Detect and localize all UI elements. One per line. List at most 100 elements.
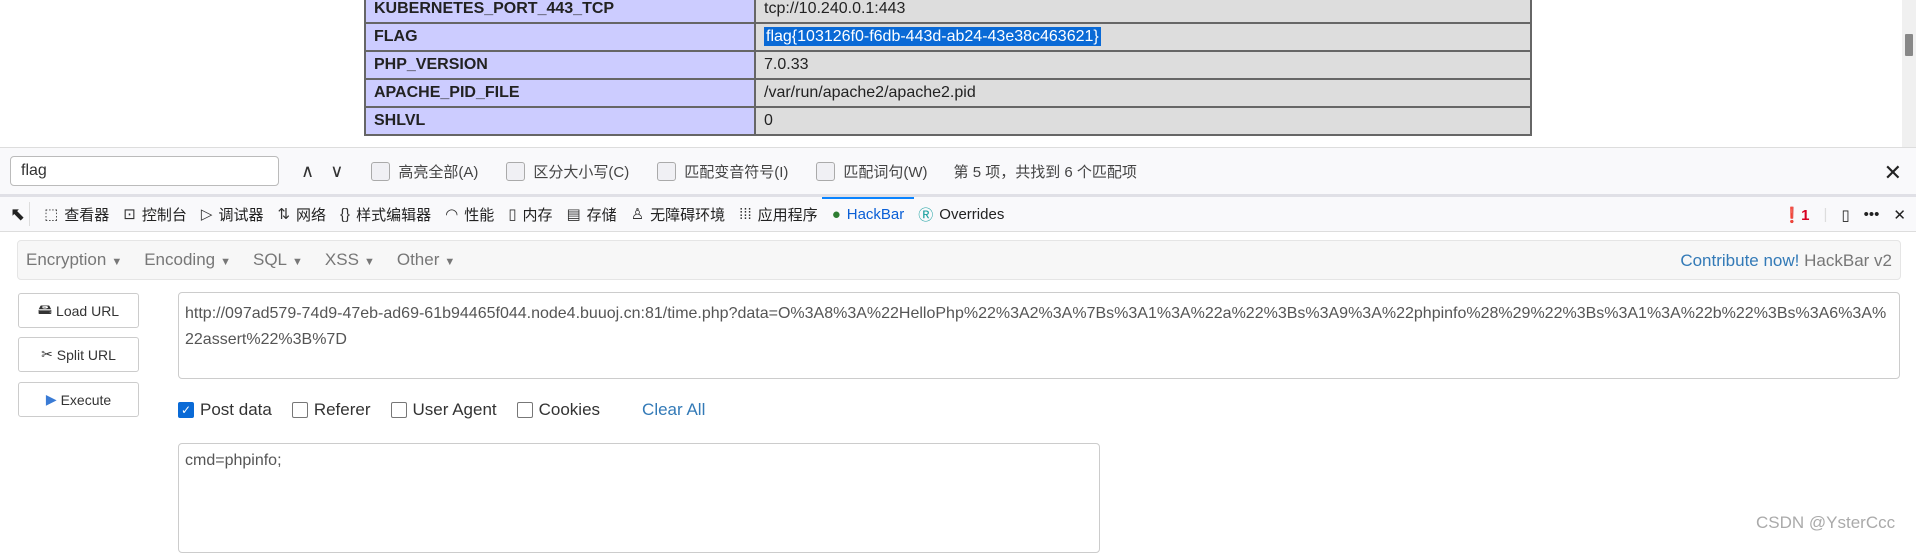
checkbox-label: Referer <box>313 400 371 419</box>
devtools-tab-查看器[interactable]: ⬚ 查看器 <box>44 197 109 232</box>
menu-label: Encryption <box>26 250 107 269</box>
match-case-checkbox[interactable]: 区分大小写(C) <box>506 161 629 182</box>
table-row: SHLVL 0 <box>364 106 1532 136</box>
devtools-tab-内存[interactable]: ▯ 内存 <box>508 197 552 232</box>
checkbox-label: 区分大小写(C) <box>533 163 630 181</box>
more-options-icon[interactable]: ••• <box>1864 206 1880 223</box>
close-devtools-icon[interactable]: ✕ <box>1893 206 1906 224</box>
env-key: FLAG <box>364 22 756 52</box>
clear-all-link[interactable]: Clear All <box>642 400 705 420</box>
menu-other[interactable]: Other ▼ <box>397 250 455 270</box>
memory-icon: ▯ <box>508 206 517 223</box>
menu-label: SQL <box>253 250 288 269</box>
menu-encoding[interactable]: Encoding ▼ <box>144 250 231 270</box>
table-row: KUBERNETES_PORT_443_TCP tcp://10.240.0.1:… <box>364 0 1532 24</box>
performance-icon: ◠ <box>445 206 459 223</box>
match-diacritics-checkbox[interactable]: 匹配变音符号(I) <box>657 161 788 182</box>
url-textarea[interactable]: http://097ad579-74d9-47eb-ad69-61b94465f… <box>178 292 1900 379</box>
table-row: APACHE_PID_FILE/var/run/apache2/apache2.… <box>364 78 1532 108</box>
close-find-bar-icon[interactable]: ✕ <box>1884 160 1902 186</box>
error-count: 1 <box>1801 206 1810 224</box>
env-value: tcp://10.240.0.1:443 <box>754 0 1532 24</box>
checkbox-label: Cookies <box>538 400 601 419</box>
hackbar-icon: ● <box>831 205 841 223</box>
table-row: FLAG flag{103126f0-f6db-443d-ab24-43e38c4… <box>364 22 1532 52</box>
devtools-tab-样式编辑器[interactable]: {} 样式编辑器 <box>340 197 431 232</box>
error-count-badge[interactable]: ❗1 <box>1782 206 1809 224</box>
devtools-tab-调试器[interactable]: ▷ 调试器 <box>201 197 264 232</box>
tab-label: 性能 <box>464 206 495 224</box>
button-label: Load URL <box>56 302 120 319</box>
caret-down-icon: ▼ <box>363 256 375 268</box>
overrides-icon: Ⓡ <box>918 206 934 224</box>
devtools-tab-应用程序[interactable]: ⁞⁞⁞ 应用程序 <box>739 197 818 232</box>
accessibility-icon: ♙ <box>630 206 645 223</box>
menu-xss[interactable]: XSS ▼ <box>325 250 375 270</box>
checkbox-icon[interactable] <box>506 161 526 181</box>
devtools-tab-无障碍环境[interactable]: ♙ 无障碍环境 <box>631 197 725 232</box>
checkbox-icon[interactable] <box>657 161 677 181</box>
divider: | <box>1823 206 1828 223</box>
highlight-all-checkbox[interactable]: 高亮全部(A) <box>371 161 478 182</box>
env-key: KUBERNETES_PORT_443_TCP <box>364 0 756 24</box>
console-icon: ⊡ <box>123 206 136 223</box>
env-key: PHP_VERSION <box>364 50 756 80</box>
tab-label: 应用程序 <box>757 206 818 224</box>
tab-label: 查看器 <box>64 206 110 224</box>
responsive-design-icon[interactable]: ▯ <box>1841 206 1849 224</box>
devtools-tab-hackbar[interactable]: ● HackBar <box>821 196 914 232</box>
element-picker-icon[interactable]: ⬉ <box>10 197 25 232</box>
devtools-tab-存储[interactable]: ▤ 存储 <box>566 197 616 232</box>
load-url-button[interactable]: 🖴 Load URL <box>18 293 139 328</box>
referer-checkbox[interactable] <box>291 402 308 418</box>
tab-label: 存储 <box>586 206 617 224</box>
devtools-tab-性能[interactable]: ◠ 性能 <box>445 197 494 232</box>
find-input[interactable]: flag <box>10 156 279 186</box>
flag-value-selected[interactable]: flag{103126f0-f6db-443d-ab24-43e38c46362… <box>764 27 1101 46</box>
checkbox-label: 匹配变音符号(I) <box>684 163 789 181</box>
tab-label: 网络 <box>296 206 327 224</box>
menu-encryption[interactable]: Encryption ▼ <box>26 250 122 270</box>
tab-label: 控制台 <box>141 206 187 224</box>
devtools-tab-overrides[interactable]: Ⓡ Overrides <box>918 197 1004 232</box>
scrollbar-thumb[interactable] <box>1905 34 1913 56</box>
env-value: 0 <box>754 106 1532 136</box>
caret-down-icon: ▼ <box>444 256 456 268</box>
tab-label: 调试器 <box>218 206 264 224</box>
checkbox-icon[interactable] <box>371 161 391 181</box>
post-data-checkbox[interactable]: ✓ <box>178 402 194 418</box>
checkbox-label: 匹配词句(W) <box>843 163 928 181</box>
devtools-right-tools: ❗1 | ▯ ••• ✕ <box>1782 197 1906 232</box>
user-agent-checkbox[interactable] <box>390 402 407 418</box>
checkbox-icon[interactable] <box>816 161 836 181</box>
env-key: SHLVL <box>364 106 756 136</box>
button-label: Execute <box>60 391 112 408</box>
find-previous-icon[interactable]: ∧ <box>301 161 314 182</box>
whole-words-checkbox[interactable]: 匹配词句(W) <box>816 161 928 182</box>
devtools-tab-控制台[interactable]: ⊡ 控制台 <box>123 197 187 232</box>
post-body-textarea[interactable]: cmd=phpinfo; <box>178 443 1100 553</box>
find-bar: flag ∧ ∨ 高亮全部(A) 区分大小写(C) 匹配变音符号(I) 匹配词句… <box>0 147 1916 197</box>
phpinfo-page: KUBERNETES_PORT_443_TCP tcp://10.240.0.1:… <box>0 0 1916 147</box>
devtools-tab-网络[interactable]: ⇅ 网络 <box>277 197 326 232</box>
application-icon: ⁞⁞⁞ <box>739 205 752 223</box>
split-url-button[interactable]: ✂ Split URL <box>18 337 139 372</box>
page-scrollbar[interactable] <box>1902 0 1916 147</box>
find-next-icon[interactable]: ∨ <box>330 161 343 182</box>
caret-down-icon: ▼ <box>292 256 303 268</box>
environment-table: KUBERNETES_PORT_443_TCP tcp://10.240.0.1:… <box>364 0 1532 136</box>
contribute-link[interactable]: Contribute now! <box>1680 251 1799 270</box>
cookies-checkbox[interactable] <box>516 402 533 418</box>
network-icon: ⇅ <box>277 206 291 223</box>
request-options: ✓ Post data Referer User Agent Cookies Cl… <box>178 400 705 420</box>
load-url-icon: 🖴 <box>37 300 53 317</box>
menu-sql[interactable]: SQL ▼ <box>253 250 303 270</box>
env-value: /var/run/apache2/apache2.pid <box>754 78 1532 108</box>
tab-label: 内存 <box>522 206 553 224</box>
execute-button[interactable]: ▶ Execute <box>18 382 139 417</box>
play-icon: ▶ <box>45 391 57 407</box>
caret-down-icon: ▼ <box>220 256 231 268</box>
button-label: Split URL <box>56 346 116 363</box>
menu-label: Other <box>396 250 440 269</box>
env-key: APACHE_PID_FILE <box>364 78 756 108</box>
